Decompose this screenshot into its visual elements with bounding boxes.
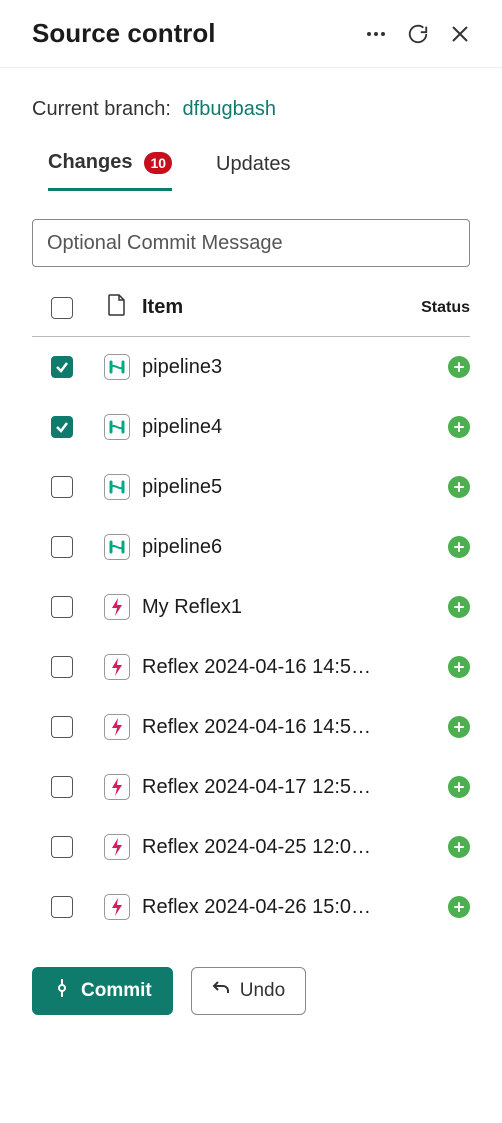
row-checkbox[interactable] bbox=[51, 836, 73, 858]
table-row[interactable]: Reflex 2024-04-25 12:0… bbox=[32, 817, 470, 877]
row-checkbox[interactable] bbox=[51, 776, 73, 798]
status-added-icon bbox=[448, 476, 470, 498]
reflex-icon bbox=[104, 894, 130, 920]
status-header[interactable]: Status bbox=[400, 299, 470, 317]
row-checkbox[interactable] bbox=[51, 476, 73, 498]
tab-updates-label: Updates bbox=[216, 153, 291, 176]
item-name: Reflex 2024-04-16 14:5… bbox=[142, 656, 400, 679]
row-checkbox[interactable] bbox=[51, 716, 73, 738]
pipeline-icon bbox=[104, 354, 130, 380]
more-icon[interactable] bbox=[362, 20, 390, 48]
changes-count-badge: 10 bbox=[144, 152, 172, 174]
status-added-icon bbox=[448, 536, 470, 558]
undo-button[interactable]: Undo bbox=[191, 967, 306, 1015]
status-added-icon bbox=[448, 596, 470, 618]
item-name: Reflex 2024-04-25 12:0… bbox=[142, 836, 400, 859]
status-added-icon bbox=[448, 656, 470, 678]
row-checkbox[interactable] bbox=[51, 896, 73, 918]
row-checkbox[interactable] bbox=[51, 356, 73, 378]
status-added-icon bbox=[448, 716, 470, 738]
table-row[interactable]: Reflex 2024-04-17 12:5… bbox=[32, 757, 470, 817]
pipeline-icon bbox=[104, 534, 130, 560]
commit-button[interactable]: Commit bbox=[32, 967, 173, 1015]
reflex-icon bbox=[104, 714, 130, 740]
undo-icon bbox=[212, 979, 230, 1003]
status-added-icon bbox=[448, 416, 470, 438]
reflex-icon bbox=[104, 654, 130, 680]
tab-changes[interactable]: Changes 10 bbox=[48, 151, 172, 191]
commit-message-input[interactable] bbox=[32, 219, 470, 267]
reflex-icon bbox=[104, 834, 130, 860]
row-checkbox[interactable] bbox=[51, 596, 73, 618]
branch-row: Current branch: dfbugbash bbox=[0, 68, 502, 131]
status-added-icon bbox=[448, 356, 470, 378]
table-row[interactable]: pipeline3 bbox=[32, 337, 470, 397]
table-row[interactable]: pipeline5 bbox=[32, 457, 470, 517]
table-row[interactable]: pipeline6 bbox=[32, 517, 470, 577]
close-icon[interactable] bbox=[446, 20, 474, 48]
item-name: pipeline4 bbox=[142, 416, 400, 439]
row-checkbox[interactable] bbox=[51, 656, 73, 678]
item-name: Reflex 2024-04-26 15:0… bbox=[142, 896, 400, 919]
tab-updates[interactable]: Updates bbox=[216, 153, 291, 190]
row-checkbox[interactable] bbox=[51, 416, 73, 438]
page-title: Source control bbox=[32, 18, 348, 49]
commit-button-label: Commit bbox=[81, 980, 152, 1002]
reflex-icon bbox=[104, 774, 130, 800]
branch-name[interactable]: dfbugbash bbox=[183, 98, 276, 120]
item-name: pipeline5 bbox=[142, 476, 400, 499]
table-row[interactable]: Reflex 2024-04-26 15:0… bbox=[32, 877, 470, 937]
item-name: Reflex 2024-04-16 14:5… bbox=[142, 716, 400, 739]
undo-button-label: Undo bbox=[240, 980, 285, 1002]
item-header[interactable]: Item bbox=[142, 296, 400, 319]
pipeline-icon bbox=[104, 414, 130, 440]
item-name: pipeline6 bbox=[142, 536, 400, 559]
tab-changes-label: Changes bbox=[48, 151, 132, 174]
item-name: My Reflex1 bbox=[142, 596, 400, 619]
table-row[interactable]: My Reflex1 bbox=[32, 577, 470, 637]
file-icon bbox=[108, 294, 126, 321]
item-name: Reflex 2024-04-17 12:5… bbox=[142, 776, 400, 799]
commit-icon bbox=[53, 979, 71, 1003]
status-added-icon bbox=[448, 896, 470, 918]
table-row[interactable]: Reflex 2024-04-16 14:5… bbox=[32, 637, 470, 697]
reflex-icon bbox=[104, 594, 130, 620]
table-row[interactable]: pipeline4 bbox=[32, 397, 470, 457]
select-all-checkbox[interactable] bbox=[51, 297, 73, 319]
pipeline-icon bbox=[104, 474, 130, 500]
status-added-icon bbox=[448, 836, 470, 858]
table-row[interactable]: Reflex 2024-04-16 14:5… bbox=[32, 697, 470, 757]
row-checkbox[interactable] bbox=[51, 536, 73, 558]
branch-label: Current branch: bbox=[32, 98, 171, 120]
refresh-icon[interactable] bbox=[404, 20, 432, 48]
item-name: pipeline3 bbox=[142, 356, 400, 379]
status-added-icon bbox=[448, 776, 470, 798]
